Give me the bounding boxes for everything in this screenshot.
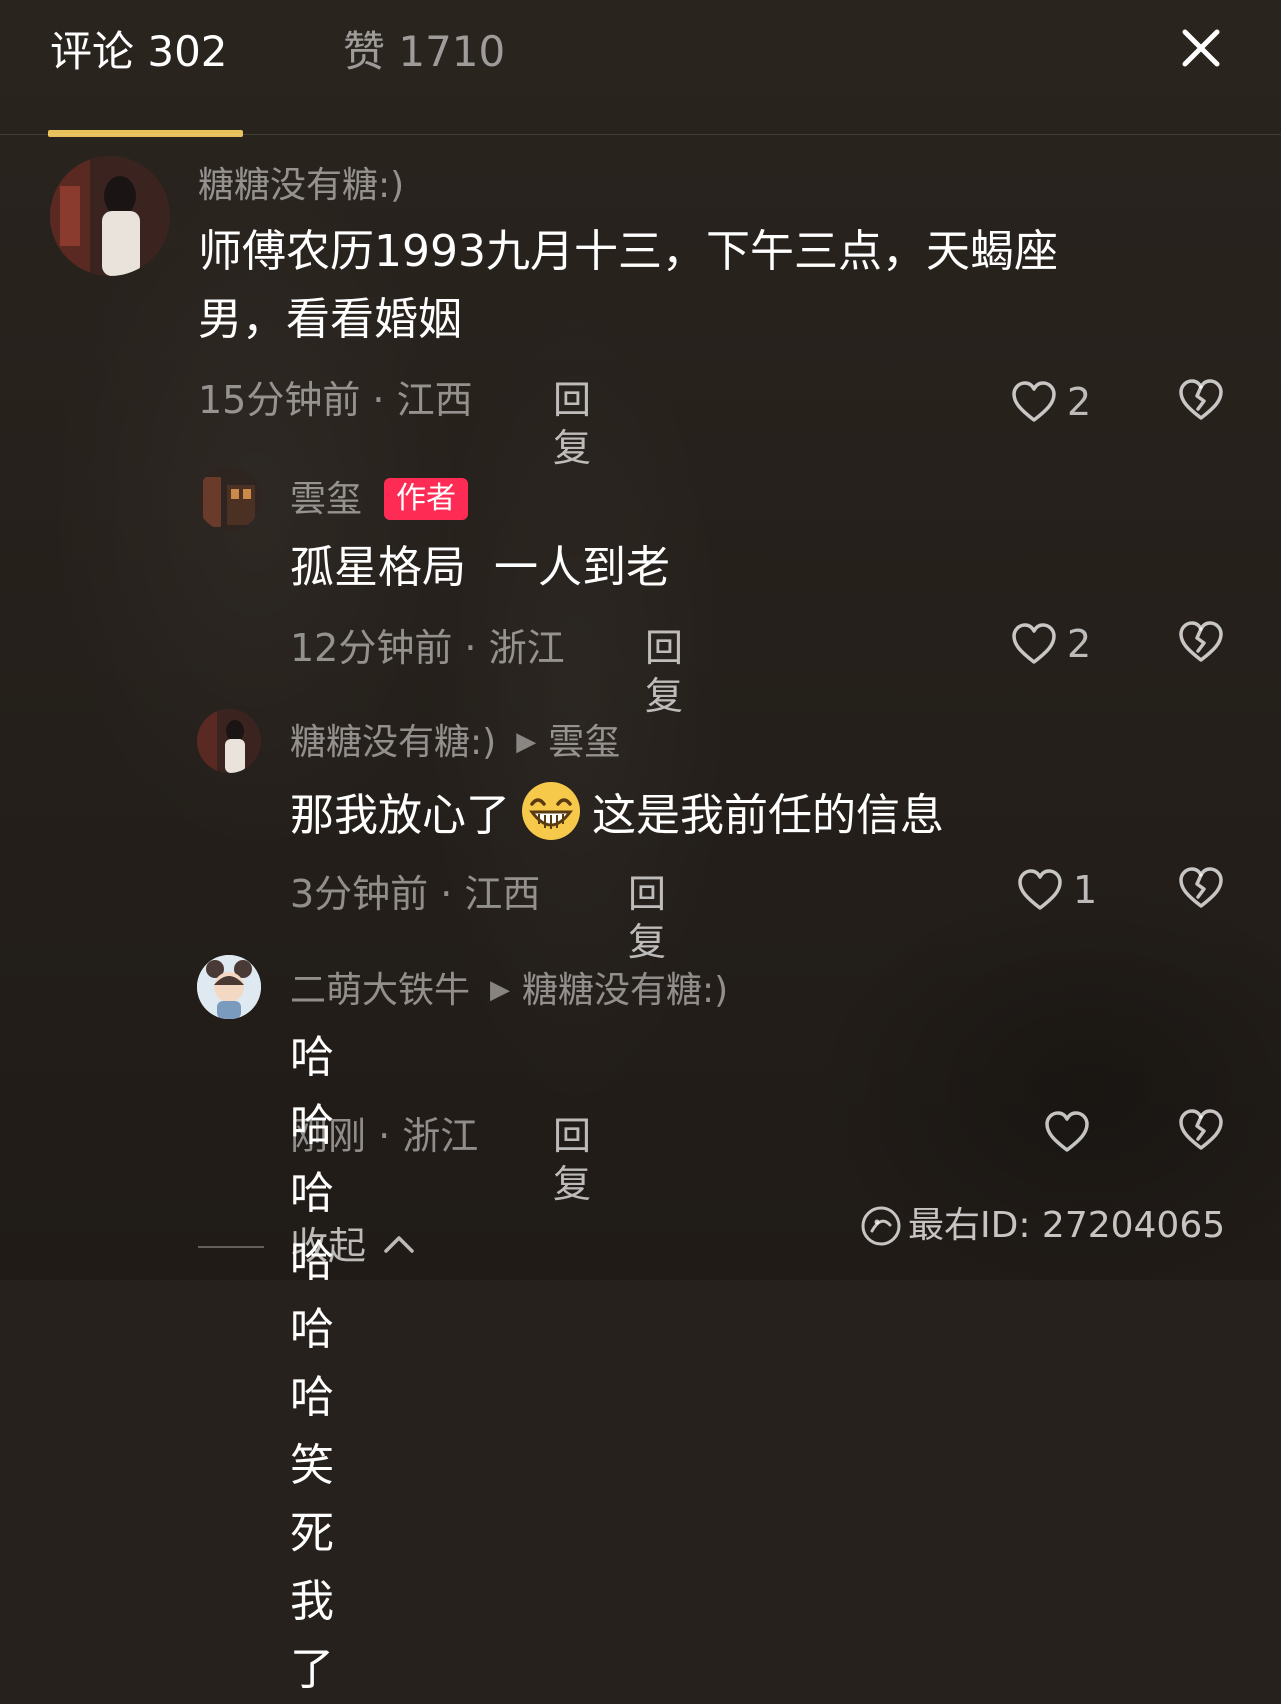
heart-icon xyxy=(1012,381,1056,422)
reply-target-username[interactable]: 雲玺 xyxy=(548,722,620,763)
avatar[interactable] xyxy=(50,156,170,276)
reply-text: 孤星格局 一人到老 xyxy=(290,542,670,593)
watermark: 最右ID: 27204065 xyxy=(860,1200,1225,1252)
reply-username: 雲玺 作者 xyxy=(290,476,469,524)
dislike-button[interactable] xyxy=(1178,620,1226,668)
heart-icon xyxy=(1045,1111,1089,1152)
like-count: 2 xyxy=(1067,622,1092,666)
reply-button[interactable]: 回复 xyxy=(628,870,666,966)
comment-meta: 15分钟前 · 江西 xyxy=(198,378,473,422)
reply-arrow-icon: ▶ xyxy=(516,727,537,757)
avatar[interactable] xyxy=(197,467,261,531)
reply-username: 二萌大铁牛 ▶ 糖糖没有糖:) xyxy=(290,966,728,1015)
like-button[interactable] xyxy=(1044,1108,1092,1156)
reply-username: 糖糖没有糖:) ▶ 雲玺 xyxy=(290,718,620,767)
collapse-divider xyxy=(198,1246,264,1248)
tab-comments[interactable]: 评论 302 xyxy=(50,24,228,80)
collapse-replies-button[interactable]: 收起 xyxy=(290,1222,416,1270)
broken-heart-icon xyxy=(1179,867,1223,908)
broken-heart-icon xyxy=(1179,1109,1223,1150)
reply-meta: 3分钟前 · 江西 xyxy=(290,872,541,916)
grinning-face-emoji-icon xyxy=(520,780,582,842)
reply-text-part: 那我放心了 xyxy=(290,790,510,841)
comment-text-line: 师傅农历1993九月十三，下午三点，天蝎座 xyxy=(198,226,1058,277)
heart-icon xyxy=(1012,623,1056,664)
watermark-text: 最右ID: 27204065 xyxy=(908,1205,1226,1246)
like-button[interactable]: 1 xyxy=(1017,866,1097,914)
reply-username-text[interactable]: 雲玺 xyxy=(290,479,362,520)
zuiyou-logo-icon xyxy=(861,1206,901,1246)
comment-text-line: 男，看看婚姻 xyxy=(198,294,462,345)
tab-likes[interactable]: 赞 1710 xyxy=(343,24,505,80)
collapse-label: 收起 xyxy=(290,1224,367,1268)
reply-meta: 12分钟前 · 浙江 xyxy=(290,626,565,670)
chevron-up-icon xyxy=(384,1236,414,1253)
like-button[interactable]: 2 xyxy=(1011,378,1101,426)
dislike-button[interactable] xyxy=(1178,1108,1226,1156)
avatar[interactable] xyxy=(197,955,261,1019)
reply-meta: 刚刚 · 浙江 xyxy=(290,1114,479,1158)
dislike-button[interactable] xyxy=(1178,378,1226,426)
reply-arrow-icon: ▶ xyxy=(490,975,511,1005)
comments-header: 评论 302 赞 1710 xyxy=(0,0,1281,137)
like-count: 2 xyxy=(1067,380,1092,424)
close-icon[interactable] xyxy=(1175,22,1227,74)
reply-username-text[interactable]: 二萌大铁牛 xyxy=(290,970,470,1011)
reply-button[interactable]: 回复 xyxy=(553,376,591,472)
reply-text-part: 这是我前任的信息 xyxy=(592,790,944,841)
avatar[interactable] xyxy=(197,709,261,773)
like-button[interactable]: 2 xyxy=(1011,620,1101,668)
reply-button[interactable]: 回复 xyxy=(553,1112,591,1208)
reply-username-text[interactable]: 糖糖没有糖:) xyxy=(290,722,496,763)
like-count: 1 xyxy=(1073,868,1098,912)
comment-username[interactable]: 糖糖没有糖:) xyxy=(198,162,404,210)
heart-icon xyxy=(1018,869,1062,910)
broken-heart-icon xyxy=(1179,379,1223,420)
reply-target-username[interactable]: 糖糖没有糖:) xyxy=(522,970,728,1011)
dislike-button[interactable] xyxy=(1178,866,1226,914)
reply-text: 那我放心了 这是我前任的信息 xyxy=(290,780,944,850)
broken-heart-icon xyxy=(1179,621,1223,662)
author-badge: 作者 xyxy=(384,478,469,520)
comment-text: 师傅农历1993九月十三，下午三点，天蝎座 男，看看婚姻 xyxy=(198,218,1198,354)
header-divider xyxy=(0,134,1281,135)
reply-button[interactable]: 回复 xyxy=(645,624,683,720)
